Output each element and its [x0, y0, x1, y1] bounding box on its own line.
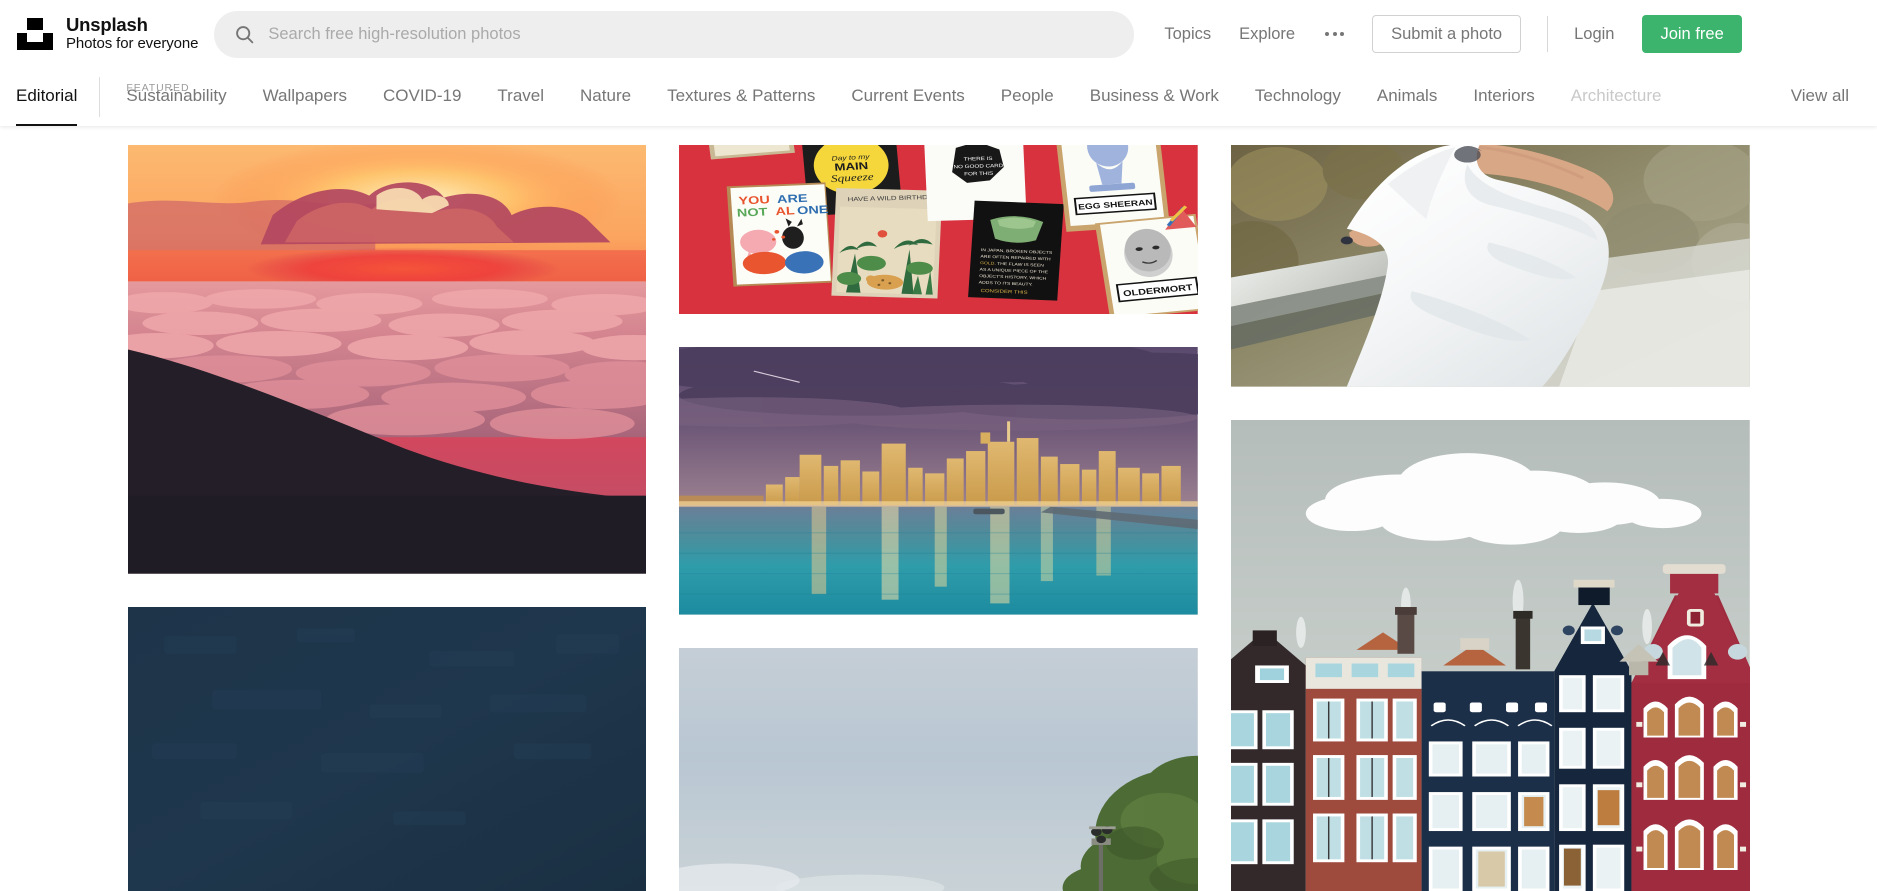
svg-text:FOR THIS: FOR THIS [964, 171, 994, 177]
photo-manhattan-skyline-dusk[interactable] [679, 347, 1198, 615]
category-item-label: Travel [497, 86, 545, 105]
join-free-button[interactable]: Join free [1642, 15, 1742, 53]
category-item-label: Wallpapers [262, 86, 347, 105]
search-icon [234, 24, 255, 45]
search-input[interactable] [268, 10, 1115, 58]
photo-column-2: Day to my MAIN Squeeze YOU ARE NOT AL ON… [679, 145, 1198, 891]
view-all-label: View all [1790, 86, 1849, 105]
svg-text:THERE IS: THERE IS [964, 156, 993, 162]
category-item-wallpapers[interactable]: Wallpapers [245, 68, 365, 126]
header-link-explore[interactable]: Explore [1239, 25, 1295, 44]
header-nav: Topics Explore [1164, 25, 1346, 44]
search-bar[interactable] [214, 10, 1135, 58]
photo-column-1 [127, 145, 647, 891]
svg-text:NOT: NOT [737, 205, 768, 219]
photo-amsterdam-houses[interactable] [1230, 419, 1750, 891]
category-item-technology[interactable]: Technology [1237, 68, 1359, 126]
category-item-nature[interactable]: Nature [562, 68, 649, 126]
brand-tagline: Photos for everyone [66, 34, 199, 52]
category-item-label: Interiors [1473, 86, 1535, 105]
category-item-covid-19[interactable]: COVID-19 [365, 68, 479, 126]
category-list[interactable]: FEATURED Sustainability Wallpapers COVID-19… [126, 68, 1768, 126]
category-item-sustainability[interactable]: FEATURED Sustainability [126, 68, 244, 126]
category-item-label: Architecture [1570, 86, 1662, 105]
header-link-topics[interactable]: Topics [1164, 25, 1211, 44]
photo-grid: Day to my MAIN Squeeze YOU ARE NOT AL ON… [127, 126, 1750, 891]
category-item-architecture[interactable]: Architecture [1553, 68, 1680, 126]
tab-editorial-label: Editorial [16, 86, 78, 105]
photo-sunset-above-clouds[interactable] [127, 145, 647, 574]
category-item-business-work[interactable]: Business & Work [1072, 68, 1237, 126]
category-item-animals[interactable]: Animals [1359, 68, 1455, 126]
photo-column-3 [1230, 145, 1750, 891]
category-item-people[interactable]: People [983, 68, 1072, 126]
featured-flag: FEATURED [126, 82, 190, 94]
tab-editorial[interactable]: Editorial [16, 68, 99, 126]
category-item-label: Animals [1376, 86, 1438, 105]
login-link[interactable]: Login [1574, 25, 1614, 44]
view-all-link[interactable]: View all [1769, 68, 1849, 126]
subnav-divider [99, 77, 101, 117]
brand-name: Unsplash [66, 14, 148, 36]
photo-woman-white-shirt[interactable] [1230, 145, 1750, 387]
category-item-label: Nature [580, 86, 632, 105]
category-item-travel[interactable]: Travel [479, 68, 562, 126]
category-item-textures-patterns[interactable]: Textures & Patterns [649, 68, 833, 126]
category-item-interiors[interactable]: Interiors [1455, 68, 1552, 126]
brand-logo-link[interactable]: Unsplash Photos for everyone [16, 15, 198, 53]
unsplash-camera-icon [16, 15, 54, 53]
category-nav: Editorial FEATURED Sustainability Wallpape… [0, 68, 1877, 126]
ellipsis-icon[interactable] [1323, 26, 1346, 42]
top-header: Unsplash Photos for everyone Topics Expl… [0, 0, 1877, 68]
photo-dark-navy[interactable] [127, 606, 647, 891]
photo-greeting-cards-red[interactable]: Day to my MAIN Squeeze YOU ARE NOT AL ON… [679, 145, 1198, 315]
category-item-label: Textures & Patterns [667, 86, 816, 105]
photo-sky-with-trees[interactable] [679, 647, 1198, 891]
header-divider [1547, 16, 1549, 52]
category-item-label: Technology [1254, 86, 1341, 105]
svg-text:Squeeze: Squeeze [831, 170, 875, 184]
category-item-label: People [1000, 86, 1054, 105]
submit-a-photo-button[interactable]: Submit a photo [1372, 15, 1522, 53]
category-item-label: COVID-19 [383, 86, 462, 105]
svg-text:ONE: ONE [797, 203, 830, 217]
category-item-current-events[interactable]: Current Events [833, 68, 982, 126]
category-item-label: Current Events [851, 86, 965, 105]
svg-text:AL: AL [775, 204, 795, 218]
category-item-label: Business & Work [1089, 86, 1219, 105]
